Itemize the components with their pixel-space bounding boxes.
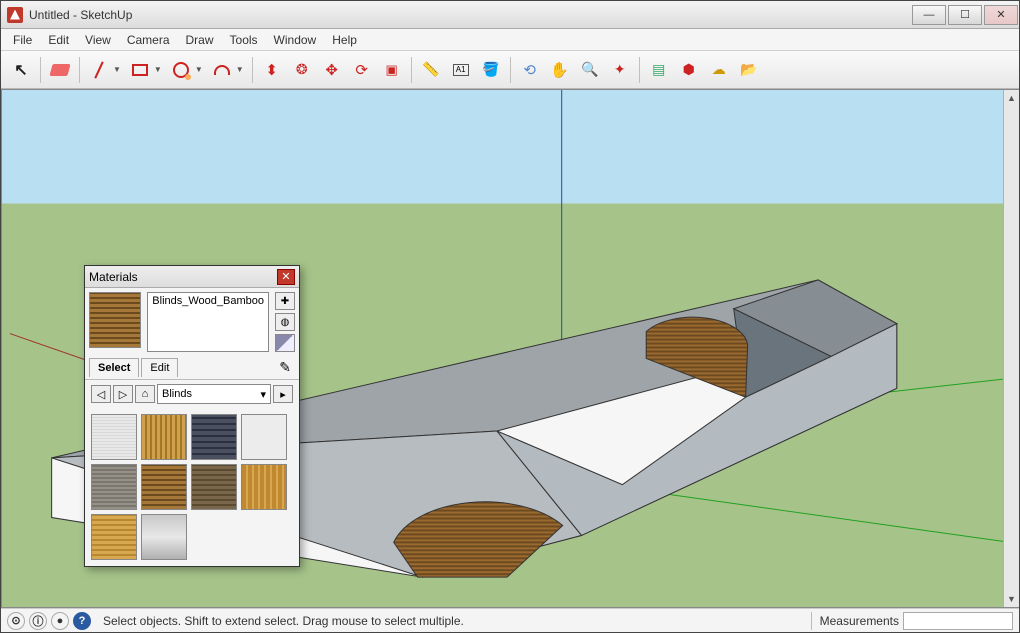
viewport[interactable]: Materials ✕ Blinds_Wood_Bamboo ✚ ◍ Selec… xyxy=(1,89,1019,608)
material-swatch[interactable] xyxy=(241,414,287,460)
vertical-scrollbar[interactable]: ▲ ▼ xyxy=(1003,90,1019,607)
statusbar: ⊙ ⓘ ● ? Select objects. Shift to extend … xyxy=(1,608,1019,632)
material-swatch[interactable] xyxy=(91,514,137,560)
menu-draw[interactable]: Draw xyxy=(178,31,222,49)
app-window: Untitled - SketchUp — ☐ ✕ File Edit View… xyxy=(0,0,1020,633)
tape-tool-icon[interactable]: 📏 xyxy=(417,56,445,84)
materials-titlebar[interactable]: Materials ✕ xyxy=(85,266,299,288)
geolocation-icon[interactable]: ⊙ xyxy=(7,612,25,630)
eyedropper-icon[interactable]: ✎ xyxy=(279,359,291,376)
library-details-button[interactable]: ▸ xyxy=(273,385,293,403)
menu-window[interactable]: Window xyxy=(266,31,325,49)
material-name-input[interactable]: Blinds_Wood_Bamboo xyxy=(147,292,269,352)
line-tool-icon[interactable] xyxy=(85,56,113,84)
nav-home-button[interactable]: ⌂ xyxy=(135,385,155,403)
separator xyxy=(510,57,511,83)
material-swatch[interactable] xyxy=(191,464,237,510)
create-material-button[interactable]: ◍ xyxy=(275,313,295,331)
tab-select[interactable]: Select xyxy=(89,358,139,377)
nav-forward-button[interactable]: ▷ xyxy=(113,385,133,403)
select-tool-icon[interactable]: ↖ xyxy=(7,56,35,84)
material-swatch[interactable] xyxy=(241,464,287,510)
zoom-extents-tool-icon[interactable]: ✦ xyxy=(606,56,634,84)
share-model-icon[interactable]: ☁ xyxy=(705,56,733,84)
close-button[interactable]: ✕ xyxy=(984,5,1018,25)
scroll-down-icon[interactable]: ▼ xyxy=(1005,591,1019,607)
minimize-button[interactable]: — xyxy=(912,5,946,25)
help-icon[interactable]: ? xyxy=(73,612,91,630)
menu-tools[interactable]: Tools xyxy=(222,31,266,49)
rectangle-tool-icon[interactable] xyxy=(126,56,154,84)
offset-tool-icon[interactable]: ❂ xyxy=(288,56,316,84)
separator xyxy=(811,612,812,630)
maximize-button[interactable]: ☐ xyxy=(948,5,982,25)
menu-file[interactable]: File xyxy=(5,31,40,49)
dropdown-icon[interactable]: ▼ xyxy=(195,65,203,74)
menu-view[interactable]: View xyxy=(77,31,119,49)
tab-edit[interactable]: Edit xyxy=(141,358,178,377)
material-swatch[interactable] xyxy=(141,464,187,510)
nav-back-button[interactable]: ◁ xyxy=(91,385,111,403)
chevron-down-icon: ▾ xyxy=(260,388,266,401)
materials-tabs: Select Edit ✎ xyxy=(85,356,299,379)
dropdown-icon[interactable]: ▼ xyxy=(154,65,162,74)
separator xyxy=(40,57,41,83)
default-material-icon[interactable] xyxy=(275,334,295,352)
window-title: Untitled - SketchUp xyxy=(29,8,911,22)
user-icon[interactable]: ● xyxy=(51,612,69,630)
3dwarehouse-icon[interactable]: ▤ xyxy=(645,56,673,84)
separator xyxy=(252,57,253,83)
app-icon xyxy=(7,7,23,23)
text-tool-icon[interactable]: A1 xyxy=(447,56,475,84)
material-swatch[interactable] xyxy=(91,464,137,510)
materials-title: Materials xyxy=(89,270,277,284)
display-secondary-button[interactable]: ✚ xyxy=(275,292,295,310)
materials-panel[interactable]: Materials ✕ Blinds_Wood_Bamboo ✚ ◍ Selec… xyxy=(84,265,300,567)
zoom-tool-icon[interactable]: 🔍 xyxy=(576,56,604,84)
separator xyxy=(411,57,412,83)
toolbar: ↖ ▼ ▼ ▼ ▼ ⬍ ❂ ✥ ⟳ ▣ 📏 A1 🪣 ⟲ ✋ 🔍 ✦ ▤ ⬢ ☁… xyxy=(1,51,1019,89)
material-swatch[interactable] xyxy=(141,514,187,560)
titlebar: Untitled - SketchUp — ☐ ✕ xyxy=(1,1,1019,29)
measurements-input[interactable] xyxy=(903,612,1013,630)
pushpull-tool-icon[interactable]: ⬍ xyxy=(258,56,286,84)
eraser-tool-icon[interactable] xyxy=(46,56,74,84)
measurements-label: Measurements xyxy=(820,614,899,628)
library-name: Blinds xyxy=(162,388,192,400)
library-select[interactable]: Blinds ▾ xyxy=(157,384,271,404)
open-model-icon[interactable]: 📂 xyxy=(735,56,763,84)
paint-tool-icon[interactable]: 🪣 xyxy=(477,56,505,84)
separator xyxy=(639,57,640,83)
window-controls: — ☐ ✕ xyxy=(911,5,1019,25)
materials-header: Blinds_Wood_Bamboo ✚ ◍ xyxy=(85,288,299,356)
circle-tool-icon[interactable] xyxy=(167,56,195,84)
move-tool-icon[interactable]: ✥ xyxy=(318,56,346,84)
menu-help[interactable]: Help xyxy=(324,31,365,49)
menu-camera[interactable]: Camera xyxy=(119,31,178,49)
material-swatch[interactable] xyxy=(191,414,237,460)
get-models-icon[interactable]: ⬢ xyxy=(675,56,703,84)
materials-grid xyxy=(85,408,299,566)
orbit-tool-icon[interactable]: ⟲ xyxy=(516,56,544,84)
status-hint: Select objects. Shift to extend select. … xyxy=(103,614,803,628)
scale-tool-icon[interactable]: ▣ xyxy=(378,56,406,84)
dropdown-icon[interactable]: ▼ xyxy=(236,65,244,74)
menu-edit[interactable]: Edit xyxy=(40,31,77,49)
menubar: File Edit View Camera Draw Tools Window … xyxy=(1,29,1019,51)
dropdown-icon[interactable]: ▼ xyxy=(113,65,121,74)
credits-icon[interactable]: ⓘ xyxy=(29,612,47,630)
separator xyxy=(79,57,80,83)
material-swatch[interactable] xyxy=(91,414,137,460)
material-swatch[interactable] xyxy=(141,414,187,460)
panel-close-button[interactable]: ✕ xyxy=(277,269,295,285)
current-material-swatch[interactable] xyxy=(89,292,141,348)
arc-tool-icon[interactable] xyxy=(208,56,236,84)
pan-tool-icon[interactable]: ✋ xyxy=(546,56,574,84)
rotate-tool-icon[interactable]: ⟳ xyxy=(348,56,376,84)
materials-nav: ◁ ▷ ⌂ Blinds ▾ ▸ xyxy=(85,379,299,408)
scroll-up-icon[interactable]: ▲ xyxy=(1005,90,1019,106)
